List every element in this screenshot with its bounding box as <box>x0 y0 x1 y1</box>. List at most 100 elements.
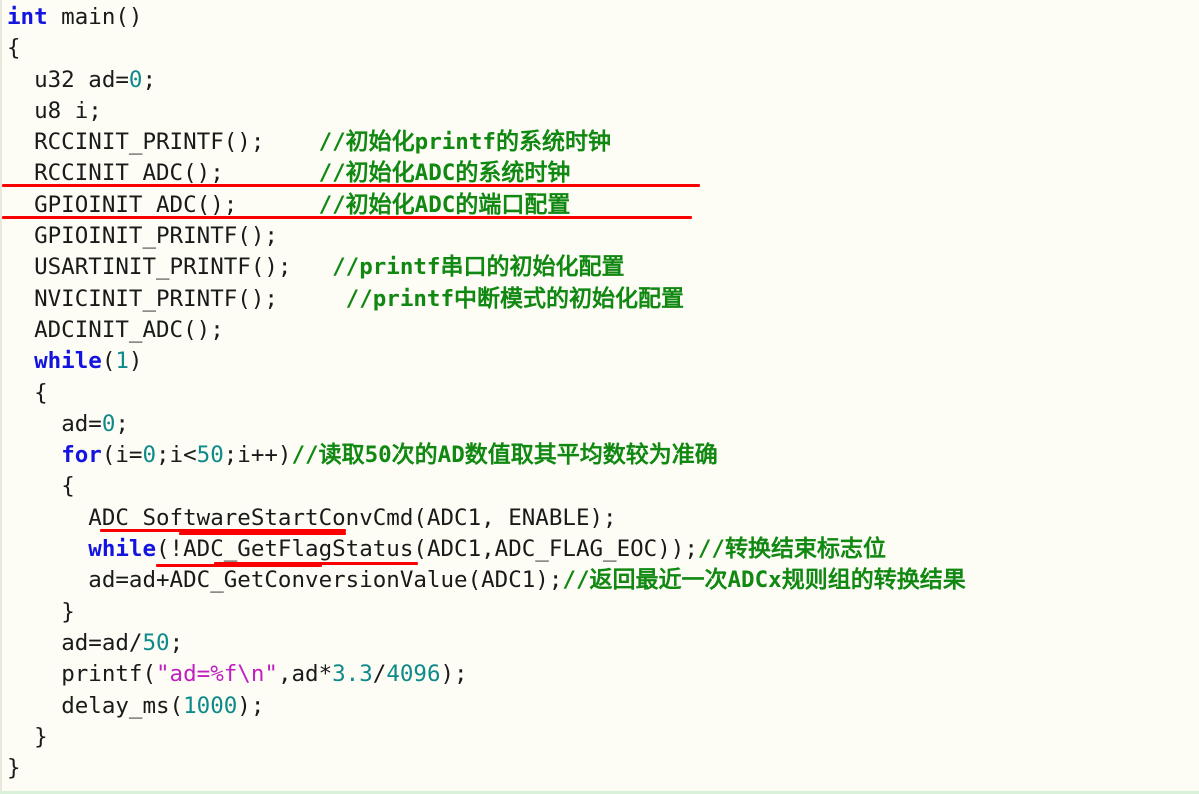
code-token-cjk: 初始化 <box>345 191 415 218</box>
code-line[interactable]: while(!ADC_GetFlagStatus(ADC1,ADC_FLAG_E… <box>7 534 1199 565</box>
code-token-plain: ); <box>440 661 468 688</box>
code-line[interactable]: ADCINIT_ADC(); <box>7 315 1199 346</box>
code-token-cjk: 串口的初始化配置 <box>440 254 625 281</box>
code-token-num: 0 <box>101 410 116 437</box>
code-token-plain: ; <box>169 629 184 656</box>
code-token-plain: ;i< <box>156 442 197 469</box>
code-token-cmt: ADC <box>414 160 456 187</box>
code-token-plain: { <box>61 473 75 500</box>
code-token-cmt: AD <box>437 442 465 469</box>
code-token-plain: RCCINIT_ADC(); <box>34 160 319 187</box>
code-editor-view[interactable]: int main(){ u32 ad=0; u8 i; RCCINIT_PRIN… <box>0 0 1199 794</box>
code-token-kw: int <box>7 4 48 30</box>
code-line[interactable]: USARTINIT_PRINTF(); //printf串口的初始化配置 <box>7 252 1199 283</box>
code-line-list: int main(){ u32 ad=0; u8 i; RCCINIT_PRIN… <box>2 0 1199 784</box>
code-line[interactable]: NVICINIT_PRINTF(); //printf中断模式的初始化配置 <box>7 284 1199 315</box>
code-token-cmt: ADC <box>414 191 456 218</box>
code-line[interactable]: } <box>7 753 1199 784</box>
code-line[interactable]: } <box>7 722 1199 753</box>
code-token-plain: / <box>372 661 387 688</box>
code-line[interactable]: u32 ad=0; <box>7 65 1199 96</box>
code-token-cmt: //printf <box>345 285 455 312</box>
code-token-plain: ); <box>237 692 265 719</box>
code-token-num: 0 <box>142 442 157 469</box>
code-line[interactable]: GPIOINIT_ADC(); //初始化ADC的端口配置 <box>7 190 1199 221</box>
code-token-cjk: 初始化 <box>345 160 415 187</box>
code-line[interactable]: { <box>7 471 1199 502</box>
code-line[interactable]: int main() <box>7 2 1199 33</box>
code-token-num: 50 <box>196 442 224 469</box>
code-line[interactable]: ad=ad+ADC_GetConversionValue(ADC1);//返回最… <box>7 565 1199 596</box>
code-line[interactable]: } <box>7 597 1199 628</box>
code-token-plain: } <box>7 755 21 782</box>
code-token-cjk: 转换结束标志位 <box>724 536 886 563</box>
code-token-plain: (i= <box>101 442 143 469</box>
code-token-cmt: printf <box>414 129 496 156</box>
code-token-kw: for <box>61 442 102 469</box>
code-token-plain: ) <box>128 348 143 375</box>
code-line[interactable]: ad=0; <box>7 409 1199 440</box>
code-line[interactable]: delay_ms(1000); <box>7 691 1199 722</box>
code-line[interactable]: RCCINIT_ADC(); //初始化ADC的系统时钟 <box>7 158 1199 189</box>
code-token-num: 0 <box>128 66 143 93</box>
code-line[interactable]: printf("ad=%f\n",ad*3.3/4096); <box>7 659 1199 690</box>
code-token-cmt: //printf <box>332 254 441 281</box>
code-line[interactable]: ad=ad/50; <box>7 628 1199 659</box>
code-token-plain: ADCINIT_ADC(); <box>34 316 224 343</box>
code-token-plain: ad=ad+ADC_GetConversionValue(ADC1); <box>88 567 563 594</box>
code-token-plain: USARTINIT_PRINTF(); <box>34 254 333 281</box>
code-token-plain: u8 i; <box>34 97 102 124</box>
code-token-plain: ad=ad/ <box>61 629 143 656</box>
code-line[interactable]: ADC_SoftwareStartConvCmd(ADC1, ENABLE); <box>7 503 1199 534</box>
code-token-cmt: // <box>318 129 346 156</box>
code-token-plain: ; <box>115 410 129 437</box>
code-token-cjk: 读取 <box>318 442 365 469</box>
code-token-str: "ad=%f\n" <box>156 661 278 688</box>
code-line[interactable]: { <box>7 378 1199 409</box>
code-line[interactable]: for(i=0;i<50;i++)//读取50次的AD数值取其平均数较为准确 <box>7 440 1199 471</box>
code-token-cjk: 次的 <box>391 442 438 469</box>
code-line[interactable]: RCCINIT_PRINTF(); //初始化printf的系统时钟 <box>7 127 1199 158</box>
code-token-num: 3.3 <box>332 661 373 688</box>
code-token-plain: ;i++) <box>223 442 292 469</box>
code-line[interactable]: u8 i; <box>7 96 1199 127</box>
code-token-plain: } <box>61 598 75 625</box>
code-token-plain: GPIOINIT_ADC(); <box>34 191 319 218</box>
code-token-num: 1000 <box>183 692 238 719</box>
code-token-plain: (!ADC_GetFlagStatus(ADC1,ADC_FLAG_EOC)); <box>156 536 698 563</box>
code-token-plain: ; <box>142 66 157 93</box>
code-token-cmt: 50 <box>364 442 392 469</box>
code-token-cjk: 的系统时钟 <box>455 160 571 187</box>
code-token-cmt: // <box>291 442 319 469</box>
code-token-plain: } <box>34 723 48 750</box>
code-line[interactable]: { <box>7 33 1199 64</box>
code-token-num: 4096 <box>386 661 441 688</box>
code-token-cmt: // <box>318 160 346 187</box>
code-token-cmt: // <box>562 567 590 594</box>
code-token-plain: GPIOINIT_PRINTF(); <box>34 223 278 250</box>
code-token-plain: printf( <box>61 661 157 688</box>
code-line[interactable]: GPIOINIT_PRINTF(); <box>7 221 1199 252</box>
code-token-num: 50 <box>142 629 170 656</box>
code-token-plain: { <box>34 379 48 406</box>
code-token-cjk: 返回最近一次 <box>589 567 728 594</box>
code-token-kw: while <box>34 348 102 375</box>
code-line[interactable]: while(1) <box>7 346 1199 377</box>
code-token-plain: ( <box>101 348 116 375</box>
code-token-cmt: // <box>318 191 346 218</box>
